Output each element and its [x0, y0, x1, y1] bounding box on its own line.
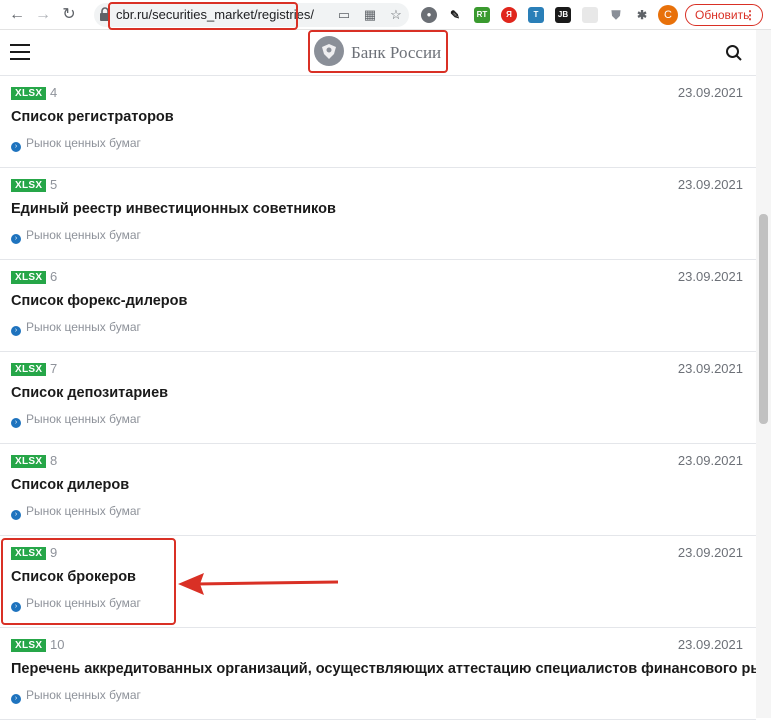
item-tag-label: Рынок ценных бумаг	[26, 504, 141, 518]
item-date: 23.09.2021	[677, 177, 743, 192]
item-title[interactable]: Список форекс-дилеров	[11, 293, 187, 309]
item-title[interactable]: Перечень аккредитованных организаций, ос…	[11, 661, 771, 677]
list-item[interactable]: XLSX 6 23.09.2021 Список форекс-дилеров …	[0, 260, 756, 352]
item-tag[interactable]: › Рынок ценных бумаг	[11, 412, 141, 428]
file-type-badge: XLSX	[11, 87, 47, 100]
lock-icon	[100, 7, 110, 21]
file-type-badge: XLSX	[11, 271, 47, 284]
list-item[interactable]: XLSX 7 23.09.2021 Список депозитариев › Р…	[0, 352, 756, 444]
list-item[interactable]: XLSX 9 23.09.2021 Список брокеров › Рынок…	[0, 536, 756, 628]
item-number: 8	[50, 453, 58, 468]
bookmark-star-icon[interactable]: ☆	[386, 5, 406, 25]
telegram-icon[interactable]: T	[528, 7, 544, 23]
list-item[interactable]: XLSX 8 23.09.2021 Список дилеров › Рынок …	[0, 444, 756, 536]
arrow-circle-icon: ›	[11, 234, 21, 244]
item-tag[interactable]: › Рынок ценных бумаг	[11, 136, 141, 152]
item-title[interactable]: Список дилеров	[11, 477, 129, 493]
file-type-badge: XLSX	[11, 547, 47, 560]
eagle-emblem-icon	[314, 36, 344, 66]
more-menu-icon: ⋮	[744, 8, 756, 22]
list-item[interactable]: XLSX 5 23.09.2021 Единый реестр инвестиц…	[0, 168, 756, 260]
cast-icon[interactable]: ▭	[334, 5, 354, 25]
puzzle-icon[interactable]: ✱	[634, 7, 650, 23]
rt-icon[interactable]: RT	[474, 7, 490, 23]
arrow-circle-icon: ›	[11, 142, 21, 152]
annotation-arrow-icon	[178, 573, 339, 595]
file-type-badge: XLSX	[11, 639, 47, 652]
file-type-badge: XLSX	[11, 363, 47, 376]
item-number: 9	[50, 545, 58, 560]
item-title[interactable]: Список регистраторов	[11, 109, 174, 125]
item-tag-label: Рынок ценных бумаг	[26, 228, 141, 242]
file-type-badge: XLSX	[11, 179, 47, 192]
item-tag-label: Рынок ценных бумаг	[26, 688, 141, 702]
scrollbar-thumb[interactable]	[759, 214, 768, 424]
item-tag[interactable]: › Рынок ценных бумаг	[11, 688, 141, 704]
arrow-circle-icon: ›	[11, 694, 21, 704]
item-tag[interactable]: › Рынок ценных бумаг	[11, 320, 141, 336]
item-title[interactable]: Единый реестр инвестиционных советников	[11, 201, 336, 217]
arrow-circle-icon: ›	[11, 602, 21, 612]
arrow-circle-icon: ›	[11, 510, 21, 520]
item-tag[interactable]: › Рынок ценных бумаг	[11, 228, 141, 244]
item-number: 5	[50, 177, 58, 192]
ext-circle-icon[interactable]: ●	[421, 7, 437, 23]
jb-icon[interactable]: JB	[555, 7, 571, 23]
item-date: 23.09.2021	[677, 545, 743, 560]
reload-icon[interactable]: ↻	[58, 4, 80, 26]
yandex-icon[interactable]: Я	[501, 7, 517, 23]
search-icon[interactable]	[725, 44, 743, 62]
item-title[interactable]: Список брокеров	[11, 569, 136, 585]
item-number: 10	[50, 637, 65, 652]
item-number: 6	[50, 269, 58, 284]
item-tag[interactable]: › Рынок ценных бумаг	[11, 504, 141, 520]
gray-box-icon[interactable]	[582, 7, 598, 23]
item-date: 23.09.2021	[677, 361, 743, 376]
update-button[interactable]: Обновить ⋮	[685, 4, 763, 26]
document-list: XLSX 4 23.09.2021 Список регистраторов ›…	[0, 76, 771, 720]
file-type-badge: XLSX	[11, 455, 47, 468]
item-date: 23.09.2021	[677, 85, 743, 100]
item-tag-label: Рынок ценных бумаг	[26, 412, 141, 426]
forward-icon[interactable]: →	[32, 4, 54, 26]
item-title[interactable]: Список депозитариев	[11, 385, 168, 401]
avatar[interactable]: С	[658, 5, 678, 25]
item-tag[interactable]: › Рынок ценных бумаг	[11, 596, 141, 612]
list-item[interactable]: XLSX 10 23.09.2021 Перечень аккредитован…	[0, 628, 771, 720]
update-button-label: Обновить	[695, 8, 750, 22]
logo-text: Банк России	[351, 43, 442, 62]
item-date: 23.09.2021	[677, 269, 743, 284]
menu-icon[interactable]	[10, 44, 30, 60]
list-item[interactable]: XLSX 4 23.09.2021 Список регистраторов ›…	[0, 76, 756, 168]
shield-v-icon[interactable]: ⛊	[608, 7, 624, 23]
item-number: 4	[50, 85, 58, 100]
url-text[interactable]: cbr.ru/securities_market/registries/	[116, 7, 314, 22]
item-date: 23.09.2021	[677, 453, 743, 468]
item-tag-label: Рынок ценных бумаг	[26, 596, 141, 610]
qr-icon[interactable]: ▦	[360, 5, 380, 25]
item-date: 23.09.2021	[677, 637, 743, 652]
back-icon[interactable]: ←	[6, 4, 28, 26]
item-tag-label: Рынок ценных бумаг	[26, 320, 141, 334]
eyedropper-icon[interactable]: ✎	[447, 7, 463, 23]
item-number: 7	[50, 361, 58, 376]
arrow-circle-icon: ›	[11, 326, 21, 336]
item-tag-label: Рынок ценных бумаг	[26, 136, 141, 150]
arrow-circle-icon: ›	[11, 418, 21, 428]
browser-toolbar: ← → ↻ cbr.ru/securities_market/registrie…	[0, 0, 771, 30]
